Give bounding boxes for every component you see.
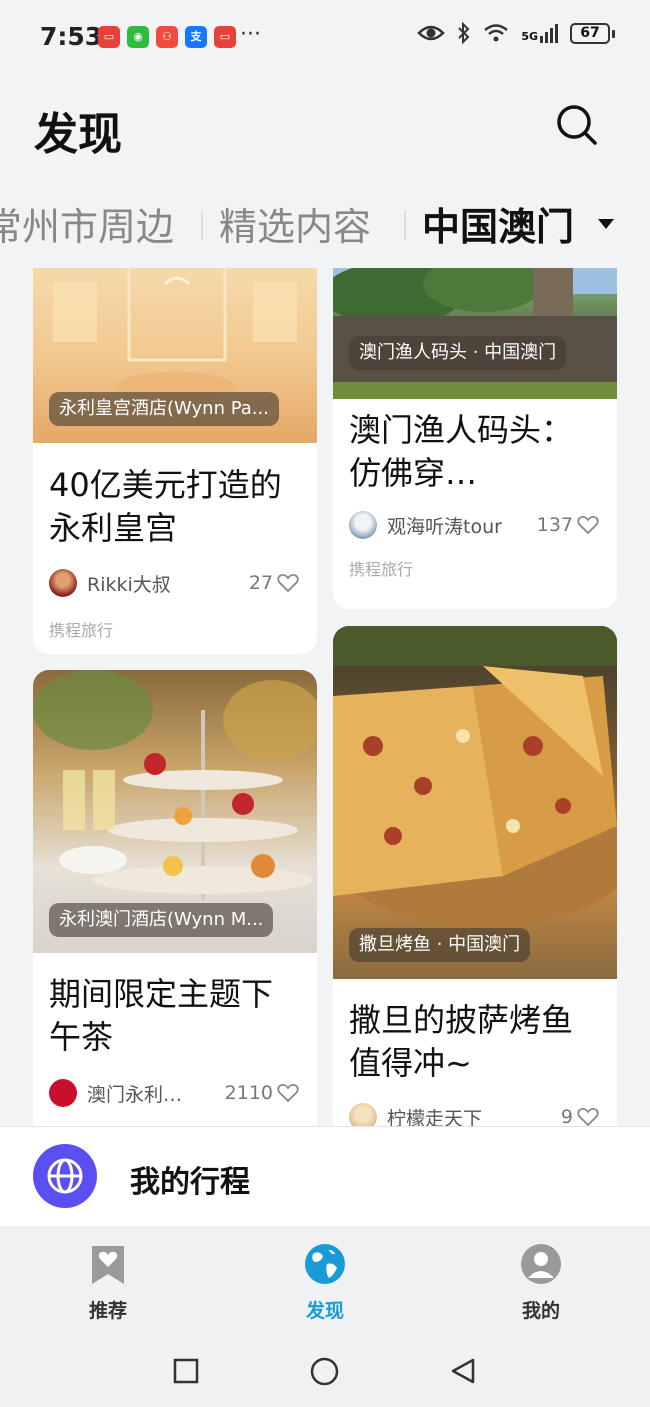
card-meta: 澳门永利… 2110 xyxy=(49,1078,299,1108)
system-icons: 5G 67 xyxy=(417,22,615,44)
avatar xyxy=(349,511,377,539)
card-source: 携程旅行 xyxy=(49,621,114,640)
feed-card[interactable]: 永利澳门酒店(Wynn M... 期间限定主题下午茶 澳门永利… 2110 xyxy=(33,670,317,1126)
nav-recommend-label: 推荐 xyxy=(88,1300,127,1322)
caret-down-icon[interactable] xyxy=(597,218,615,230)
like-count-value: 9 xyxy=(560,1106,573,1126)
heart-icon xyxy=(577,516,599,535)
card-title: 40亿美元打造的永利皇宫 xyxy=(49,466,282,547)
card-meta: 观海听涛tour 137 xyxy=(349,510,599,540)
region-tabs: 常州市周边 精选内容 中国澳门 xyxy=(0,196,650,256)
location-tag: 永利皇宫酒店(Wynn Pa... xyxy=(49,392,279,426)
card-title: 撒旦的披萨烤鱼值得冲~ xyxy=(349,1001,574,1082)
wifi-icon xyxy=(484,24,509,42)
itinerary-label: 我的行程 xyxy=(130,1165,250,1200)
wechat-icon: ◉ xyxy=(127,26,149,48)
like-count-value: 2110 xyxy=(224,1082,273,1104)
person-icon xyxy=(521,1244,561,1284)
author-name: Rikki大叔 xyxy=(87,573,171,596)
bottom-nav: 推荐 发现 我的 xyxy=(0,1226,650,1336)
more-notifications: ··· xyxy=(240,22,261,47)
author-name: 柠檬走天下 xyxy=(387,1107,483,1127)
bookmark-heart-icon xyxy=(92,1246,124,1284)
nav-recommend[interactable]: 推荐 xyxy=(48,1242,168,1323)
like-count[interactable]: 137 xyxy=(537,514,599,536)
status-bar: 7:53 ▭ ◉ ⚇ 支 ▭ ··· 5G 67 xyxy=(0,0,650,70)
like-count[interactable]: 2110 xyxy=(225,1082,299,1104)
card-photo xyxy=(333,268,617,399)
card-source: 携程旅行 xyxy=(349,560,414,579)
page-title: 发现 xyxy=(34,109,122,160)
nav-discover[interactable]: 发现 xyxy=(265,1242,385,1323)
itinerary-globe-icon xyxy=(33,1144,97,1208)
search-icon[interactable] xyxy=(552,100,602,150)
location-tag: 永利澳门酒店(Wynn M... xyxy=(49,903,274,937)
feed-card[interactable]: 撒旦烤鱼 · 中国澳门 撒旦的披萨烤鱼值得冲~ 柠檬走天下 9 xyxy=(333,626,617,1126)
app-icon-red-1: ▭ xyxy=(98,26,120,48)
app-icon-red-2: ⚇ xyxy=(156,26,178,48)
notification-icons: ▭ ◉ ⚇ 支 ▭ xyxy=(98,26,236,48)
heart-icon xyxy=(277,574,299,593)
author-name: 观海听涛tour xyxy=(387,515,502,538)
recents-square-icon[interactable] xyxy=(173,1358,199,1384)
like-count[interactable]: 27 xyxy=(249,572,299,594)
my-itinerary-bar[interactable]: 我的行程 xyxy=(0,1126,650,1226)
tab-featured[interactable]: 精选内容 xyxy=(219,196,371,251)
system-nav-bar xyxy=(0,1336,650,1407)
heart-icon xyxy=(577,1108,599,1126)
heart-icon xyxy=(277,1084,299,1103)
content-feed: 永利皇宫酒店(Wynn Pa... 40亿美元打造的永利皇宫 Rikki大叔 2… xyxy=(0,268,650,1126)
feed-card[interactable]: 澳门渔人码头 · 中国澳门 澳门渔人码头：仿佛穿… 观海听涛tour 137 携… xyxy=(333,268,617,609)
tab-divider xyxy=(404,210,406,240)
avatar xyxy=(349,1103,377,1126)
card-title: 期间限定主题下午茶 xyxy=(49,975,274,1056)
like-count-value: 27 xyxy=(248,572,273,594)
nav-discover-label: 发现 xyxy=(305,1300,344,1322)
bluetooth-icon xyxy=(458,22,470,44)
signal-icon: 5G xyxy=(521,23,558,43)
nav-me-label: 我的 xyxy=(521,1300,560,1322)
card-photo-art xyxy=(333,268,617,399)
network-type: 5G xyxy=(521,29,538,43)
battery-level: 67 xyxy=(570,22,615,44)
card-photo-art xyxy=(333,626,617,926)
nav-me[interactable]: 我的 xyxy=(481,1242,601,1323)
location-tag: 撒旦烤鱼 · 中国澳门 xyxy=(349,928,531,962)
clock: 7:53 xyxy=(40,22,103,51)
location-tag: 澳门渔人码头 · 中国澳门 xyxy=(349,336,567,370)
alipay-icon: 支 xyxy=(185,26,207,48)
app-icon-red-3: ▭ xyxy=(214,26,236,48)
tab-macau-label: 中国澳门 xyxy=(422,205,575,249)
avatar xyxy=(49,1079,77,1107)
feed-card[interactable]: 永利皇宫酒店(Wynn Pa... 40亿美元打造的永利皇宫 Rikki大叔 2… xyxy=(33,268,317,654)
tab-divider xyxy=(201,210,203,240)
like-count[interactable]: 9 xyxy=(561,1106,599,1126)
like-count-value: 137 xyxy=(536,514,573,536)
eye-icon xyxy=(417,25,446,41)
globe-icon xyxy=(305,1244,345,1284)
card-meta: 柠檬走天下 9 xyxy=(349,1102,599,1126)
card-meta: Rikki大叔 27 xyxy=(49,568,299,598)
tab-macau[interactable]: 中国澳门 xyxy=(422,196,574,251)
card-title: 澳门渔人码头：仿佛穿… xyxy=(349,411,574,492)
avatar xyxy=(49,569,77,597)
card-photo xyxy=(333,626,617,979)
author-name: 澳门永利… xyxy=(87,1083,183,1106)
tab-changzhou-nearby[interactable]: 常州市周边 xyxy=(0,196,174,251)
back-triangle-icon[interactable] xyxy=(449,1357,477,1385)
home-circle-icon[interactable] xyxy=(310,1357,339,1386)
